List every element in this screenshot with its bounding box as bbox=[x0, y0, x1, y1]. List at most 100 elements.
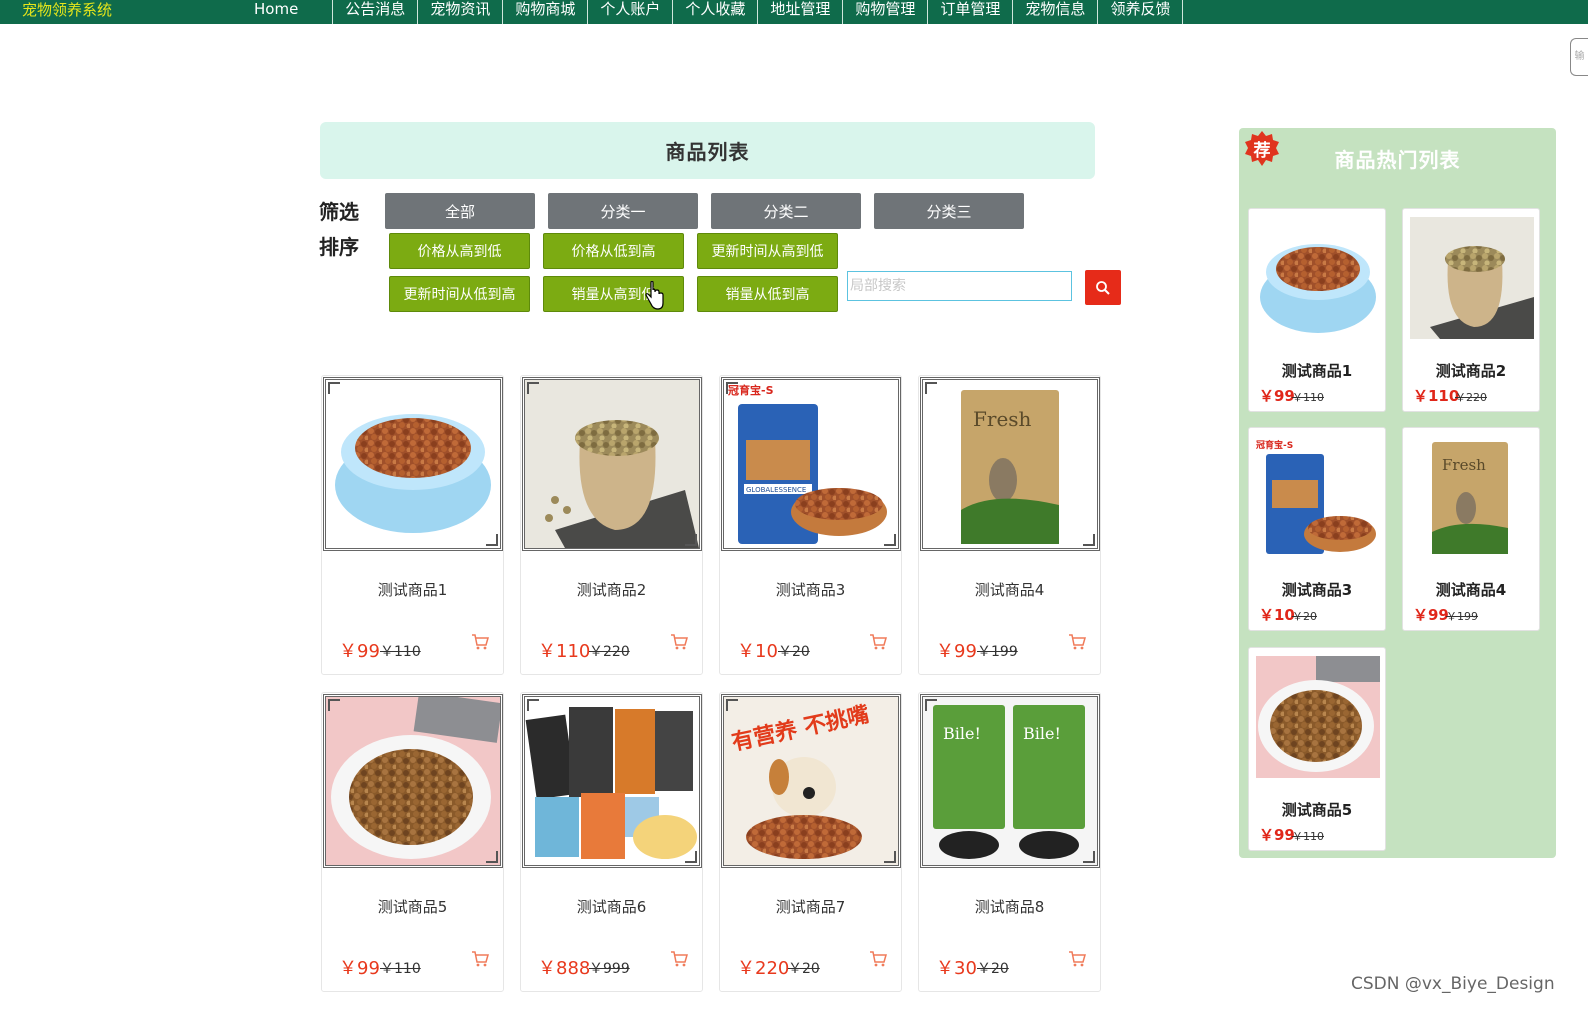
hand-cursor-icon bbox=[645, 281, 665, 311]
add-to-cart-icon[interactable] bbox=[1068, 950, 1086, 968]
add-to-cart-icon[interactable] bbox=[471, 633, 489, 651]
hot-product-price: ￥99 bbox=[1259, 826, 1295, 844]
product-card[interactable]: 测试商品2 ￥110 ￥220 bbox=[520, 375, 703, 675]
sort-updated-asc-button[interactable]: 更新时间从低到高 bbox=[389, 276, 530, 312]
hot-product-card[interactable]: 冠育宝-S 测试商品3 ￥10 ￥20 bbox=[1248, 427, 1386, 631]
nav-item-addresses[interactable]: 地址管理 bbox=[757, 0, 842, 24]
add-to-cart-icon[interactable] bbox=[471, 950, 489, 968]
nav-item-adoption-feedback[interactable]: 领养反馈 bbox=[1097, 0, 1184, 24]
hot-product-name: 测试商品3 bbox=[1281, 581, 1353, 599]
category-all-button[interactable]: 全部 bbox=[385, 193, 535, 229]
product-name: 测试商品3 bbox=[775, 581, 846, 599]
sort-price-desc-button[interactable]: 价格从高到低 bbox=[389, 233, 530, 269]
hot-product-name: 测试商品1 bbox=[1281, 362, 1353, 380]
product-original-price: ￥220 bbox=[589, 644, 630, 660]
bag-label-text: GLOBALESSENCE bbox=[746, 486, 806, 494]
product-original-price: ￥20 bbox=[788, 961, 820, 977]
product-image-plate-of-kibble bbox=[323, 694, 503, 868]
product-price: ￥30 bbox=[936, 958, 977, 979]
search-button[interactable] bbox=[1085, 270, 1121, 305]
product-image-dog-ad-poster: 有营养 不挑嘴 bbox=[721, 694, 901, 868]
sort-updated-desc-button[interactable]: 更新时间从高到低 bbox=[697, 233, 838, 269]
top-navigation-bar: 宠物领养系统 Home 公告消息 宠物资讯 购物商城 个人账户 个人收藏 地址管… bbox=[0, 0, 1588, 24]
hot-products-panel: 荐 商品热门列表 测试商品1 ￥99 ￥110 测试商品2 ￥110 ￥220 … bbox=[1239, 128, 1556, 858]
hot-product-name: 测试商品5 bbox=[1281, 801, 1353, 819]
nav-item-home[interactable]: Home bbox=[242, 0, 332, 24]
nav-item-announcements[interactable]: 公告消息 bbox=[332, 0, 417, 24]
product-card[interactable]: 测试商品1 ￥99 ￥110 bbox=[321, 375, 504, 675]
category-1-button[interactable]: 分类一 bbox=[548, 193, 698, 229]
product-name: 测试商品5 bbox=[377, 898, 448, 916]
bag-label-text: Fresh bbox=[973, 407, 1032, 431]
category-3-button[interactable]: 分类三 bbox=[874, 193, 1024, 229]
product-price: ￥220 bbox=[737, 958, 790, 979]
product-price: ￥888 bbox=[538, 958, 591, 979]
hot-product-price: ￥99 bbox=[1259, 387, 1295, 405]
product-card[interactable]: Fresh 测试商品4 ￥99 ￥199 bbox=[918, 375, 1101, 675]
product-name: 测试商品4 bbox=[974, 581, 1045, 599]
product-price: ￥10 bbox=[737, 641, 778, 662]
hot-product-original-price: ￥110 bbox=[1292, 830, 1324, 843]
product-image-dog-treat-packs bbox=[522, 694, 702, 868]
nav-item-shop[interactable]: 购物商城 bbox=[502, 0, 587, 24]
product-card[interactable]: 冠育宝-S GLOBALESSENCE 测试商品3 ￥10 ￥20 bbox=[719, 375, 902, 675]
add-to-cart-icon[interactable] bbox=[1068, 633, 1086, 651]
hot-product-original-price: ￥220 bbox=[1455, 391, 1487, 404]
hot-list-title: 商品热门列表 bbox=[1334, 148, 1461, 172]
add-to-cart-icon[interactable] bbox=[869, 633, 887, 651]
hot-product-image bbox=[1256, 656, 1380, 778]
product-name: 测试商品8 bbox=[974, 898, 1045, 916]
nav-item-pet-info[interactable]: 宠物信息 bbox=[1012, 0, 1097, 24]
sort-label: 排序 bbox=[319, 235, 359, 259]
hot-product-image bbox=[1410, 217, 1534, 339]
hot-product-card[interactable]: Fresh 测试商品4 ￥99 ￥199 bbox=[1402, 427, 1540, 631]
hot-product-original-price: ￥199 bbox=[1446, 610, 1478, 623]
product-image-blue-cat-food-bag: 冠育宝-S GLOBALESSENCE bbox=[721, 377, 901, 551]
product-name: 测试商品6 bbox=[576, 898, 647, 916]
product-card[interactable]: Bile! Bile! 测试商品8 ￥30 ￥20 bbox=[918, 692, 1101, 992]
add-to-cart-icon[interactable] bbox=[670, 950, 688, 968]
hot-product-original-price: ￥20 bbox=[1292, 610, 1317, 623]
product-name: 测试商品2 bbox=[576, 581, 647, 599]
nav-item-cart-management[interactable]: 购物管理 bbox=[842, 0, 927, 24]
side-floating-tab[interactable]: 输 bbox=[1570, 38, 1588, 76]
nav-item-pet-news[interactable]: 宠物资讯 bbox=[417, 0, 502, 24]
sort-sales-asc-button[interactable]: 销量从低到高 bbox=[697, 276, 838, 312]
hot-product-name: 测试商品2 bbox=[1435, 362, 1507, 380]
product-price: ￥99 bbox=[339, 958, 380, 979]
nav-item-account[interactable]: 个人账户 bbox=[587, 0, 672, 24]
brand-title[interactable]: 宠物领养系统 bbox=[22, 0, 112, 20]
product-name: 测试商品1 bbox=[377, 581, 448, 599]
product-original-price: ￥20 bbox=[778, 644, 810, 660]
hot-product-price: ￥10 bbox=[1259, 606, 1295, 624]
bag-brand-text: 冠育宝-S bbox=[728, 383, 774, 397]
nav-menu: Home 公告消息 宠物资讯 购物商城 个人账户 个人收藏 地址管理 购物管理 … bbox=[242, 0, 1184, 24]
hot-product-card[interactable]: 测试商品2 ￥110 ￥220 bbox=[1402, 208, 1540, 412]
hot-product-card[interactable]: 测试商品1 ￥99 ￥110 bbox=[1248, 208, 1386, 412]
bag-label-text: Bile! bbox=[943, 724, 981, 743]
add-to-cart-icon[interactable] bbox=[869, 950, 887, 968]
product-image-fresh-kraft-bag: Fresh bbox=[920, 377, 1100, 551]
sort-price-asc-button[interactable]: 价格从低到高 bbox=[543, 233, 684, 269]
hot-product-image bbox=[1256, 217, 1380, 339]
hot-product-image: 冠育宝-S bbox=[1256, 436, 1380, 558]
nav-item-favorites[interactable]: 个人收藏 bbox=[672, 0, 757, 24]
product-original-price: ￥999 bbox=[589, 961, 630, 977]
local-search-input[interactable] bbox=[847, 271, 1072, 301]
category-2-button[interactable]: 分类二 bbox=[711, 193, 861, 229]
product-card[interactable]: 测试商品6 ￥888 ￥999 bbox=[520, 692, 703, 992]
hot-product-image: Fresh bbox=[1410, 436, 1534, 558]
hot-product-price: ￥110 bbox=[1413, 387, 1460, 405]
product-image-blue-bowl bbox=[323, 377, 503, 551]
product-name: 测试商品7 bbox=[775, 898, 846, 916]
product-price: ￥110 bbox=[538, 641, 591, 662]
product-image-burlap-sack bbox=[522, 377, 702, 551]
add-to-cart-icon[interactable] bbox=[670, 633, 688, 651]
product-card[interactable]: 有营养 不挑嘴 测试商品7 ￥220 ￥20 bbox=[719, 692, 902, 992]
hot-product-card[interactable]: 测试商品5 ￥99 ￥110 bbox=[1248, 647, 1386, 851]
product-original-price: ￥199 bbox=[977, 644, 1018, 660]
hot-product-name: 测试商品4 bbox=[1435, 581, 1507, 599]
nav-item-orders[interactable]: 订单管理 bbox=[927, 0, 1012, 24]
product-card[interactable]: 测试商品5 ￥99 ￥110 bbox=[321, 692, 504, 992]
product-image-green-bile-bags: Bile! Bile! bbox=[920, 694, 1100, 868]
